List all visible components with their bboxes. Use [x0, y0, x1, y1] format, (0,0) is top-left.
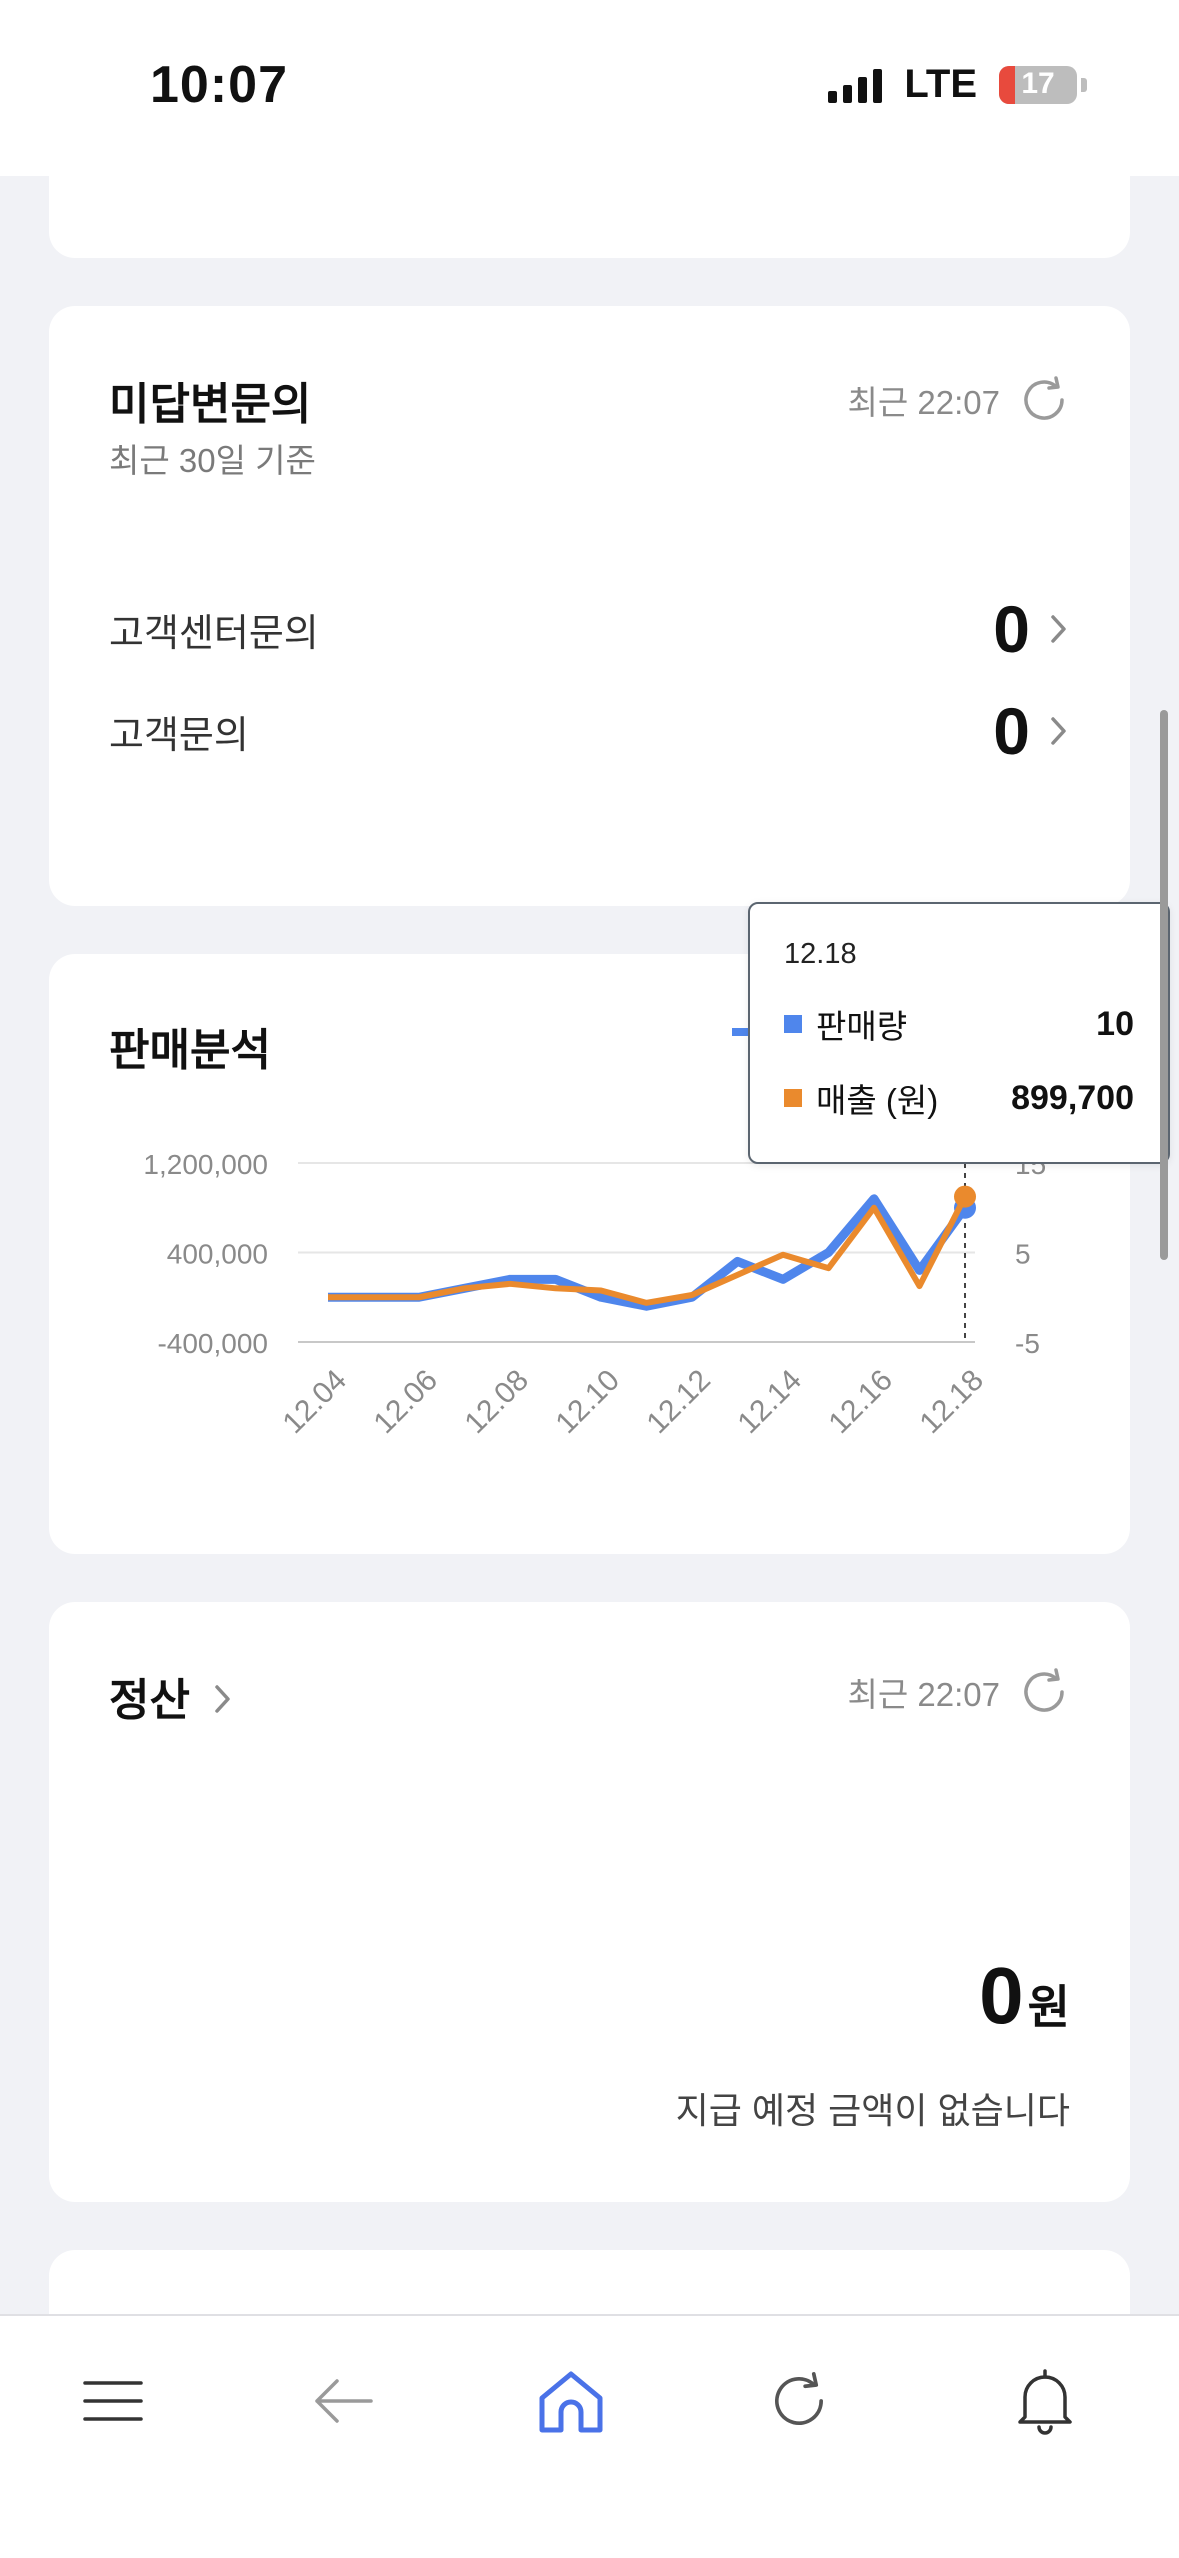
battery-level: 17	[1021, 66, 1055, 100]
tooltip-date: 12.18	[784, 938, 857, 970]
battery-icon: 17	[999, 65, 1077, 104]
nav-refresh-button[interactable]	[754, 2356, 844, 2446]
settlement-message: 지급 예정 금액이 없습니다	[675, 2090, 1070, 2131]
highlight-point	[954, 1185, 976, 1208]
bell-icon	[1018, 2369, 1072, 2435]
last-updated-text: 최근 22:07	[847, 1676, 1000, 1713]
inquiry-label: 고객센터문의	[109, 612, 319, 655]
y-right-tick-label: 5	[1015, 1239, 1031, 1270]
x-tick-label: 12.12	[641, 1364, 717, 1440]
refresh-icon[interactable]	[1018, 1666, 1070, 1718]
settlement-amount-value: 0	[979, 1951, 1024, 2040]
card-subtitle: 최근 30일 기준	[109, 442, 316, 479]
inquiry-count: 0	[993, 694, 1030, 768]
y-left-tick-label: -400,000	[157, 1328, 268, 1359]
settlement-title-link[interactable]: 정산	[109, 1664, 234, 1728]
chevron-right-icon	[1051, 717, 1066, 745]
chart-tooltip: 12.18 판매량 10 매출 (원) 899,700	[748, 902, 1170, 1164]
status-time: 10:07	[150, 56, 288, 114]
back-arrow-icon	[315, 2379, 373, 2423]
home-icon	[539, 2371, 603, 2433]
card-title: 판매분석	[109, 1026, 271, 1075]
card-title: 미답변문의	[109, 380, 312, 429]
unanswered-inquiries-card: 미답변문의 최근 30일 기준 최근 22:07 고객센터문의 0 고객문의 0	[49, 306, 1130, 906]
tooltip-value: 899,700	[1011, 1078, 1134, 1117]
chevron-right-icon	[1051, 615, 1066, 643]
tooltip-row-revenue: 매출 (원) 899,700	[784, 1074, 1134, 1122]
inquiry-row-customer[interactable]: 고객문의 0	[109, 694, 1070, 768]
last-updated-text: 최근 22:07	[847, 384, 1000, 421]
x-tick-label: 12.14	[732, 1364, 808, 1440]
signal-icon	[828, 67, 883, 103]
tooltip-label: 매출 (원)	[816, 1082, 939, 1119]
card-title: 정산	[109, 1676, 190, 1725]
tooltip-row-sales: 판매량 10	[784, 1000, 1134, 1048]
menu-icon	[83, 2381, 143, 2421]
nav-home-button[interactable]	[526, 2356, 616, 2446]
legend-square-icon	[784, 1015, 802, 1033]
y-right-tick-label: -5	[1015, 1328, 1040, 1359]
x-tick-label: 12.06	[368, 1364, 444, 1440]
sales-chart[interactable]: 1,200,000400,000-400,000155-512.04 12.06 1…	[0, 1120, 1179, 1680]
settlement-amount-unit: 원	[1027, 1981, 1070, 2033]
bottom-navigation	[0, 2314, 1179, 2558]
status-indicators: LTE 17	[828, 62, 1087, 107]
x-tick-label: 12.10	[550, 1364, 626, 1440]
legend-square-icon	[784, 1089, 802, 1107]
tooltip-value: 10	[1096, 1004, 1134, 1043]
tooltip-label: 판매량	[816, 1008, 908, 1045]
previous-card	[49, 150, 1130, 258]
nav-back-button[interactable]	[298, 2356, 388, 2446]
series-line	[328, 1195, 968, 1306]
x-tick-label: 12.04	[277, 1364, 353, 1440]
settlement-amount: 0 원	[979, 1950, 1070, 2042]
nav-menu-button[interactable]	[68, 2356, 158, 2446]
x-tick-label: 12.16	[823, 1364, 899, 1440]
x-tick-label: 12.08	[459, 1364, 535, 1440]
nav-notifications-button[interactable]	[1000, 2356, 1090, 2446]
chevron-right-icon	[215, 1685, 230, 1713]
x-tick-label: 12.18	[914, 1364, 990, 1440]
last-updated: 최근 22:07	[848, 374, 1070, 426]
refresh-icon	[775, 2372, 823, 2426]
network-type: LTE	[904, 62, 977, 106]
inquiry-row-customer-center[interactable]: 고객센터문의 0	[109, 592, 1070, 666]
scrollbar[interactable]	[1160, 710, 1168, 1260]
y-left-tick-label: 1,200,000	[143, 1149, 268, 1180]
y-left-tick-label: 400,000	[167, 1239, 268, 1270]
inquiry-count: 0	[993, 592, 1030, 666]
battery-tip	[1081, 77, 1087, 92]
inquiry-label: 고객문의	[109, 714, 249, 757]
last-updated: 최근 22:07	[848, 1666, 1070, 1718]
refresh-icon[interactable]	[1018, 374, 1070, 426]
